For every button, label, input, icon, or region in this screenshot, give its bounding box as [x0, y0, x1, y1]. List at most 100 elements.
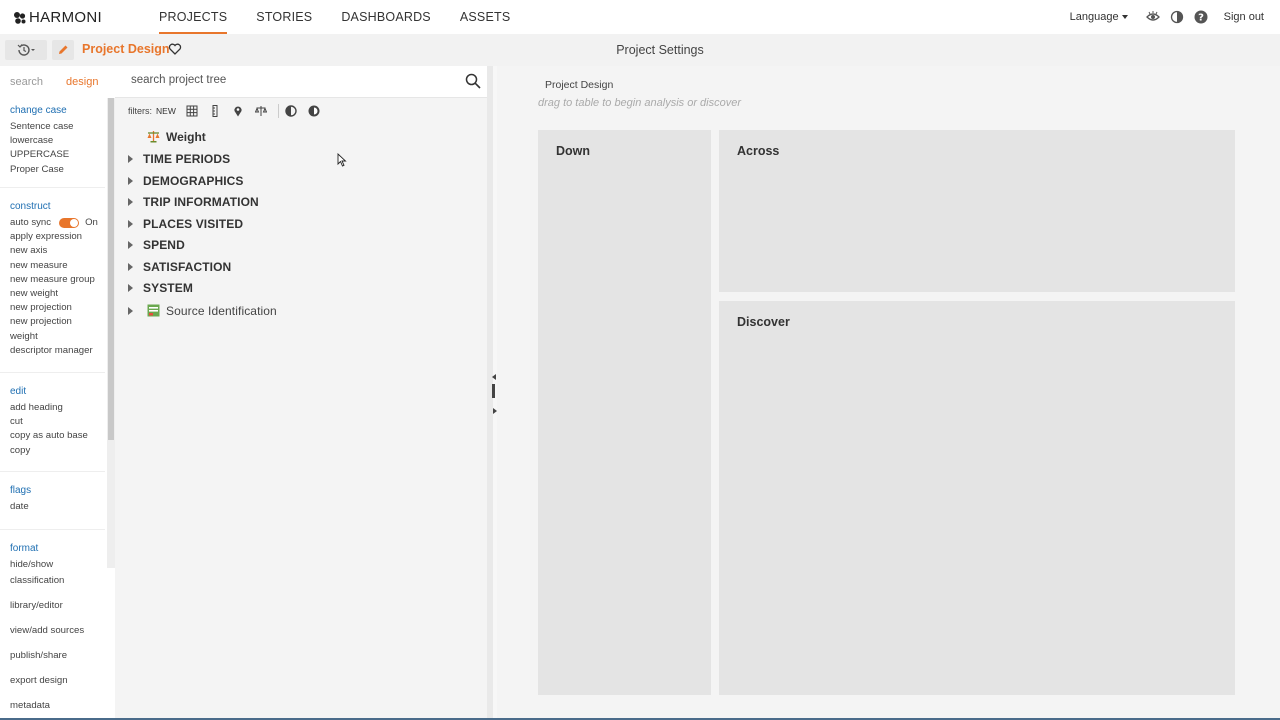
weight-scale-icon: [147, 131, 160, 143]
filter-bar: filters: NEW: [128, 103, 331, 119]
drop-zone-label: Down: [556, 144, 591, 158]
table-icon: [147, 304, 160, 317]
collapse-left-icon[interactable]: [492, 374, 496, 380]
filter-new[interactable]: NEW: [156, 106, 176, 116]
caret-right-icon[interactable]: [128, 284, 133, 292]
menu-item-new-measure-group[interactable]: new measure group: [10, 273, 105, 287]
tab-design[interactable]: design: [66, 76, 98, 88]
menu-item-hide-show[interactable]: hide/show: [10, 558, 105, 568]
menu-item-lowercase[interactable]: lowercase: [10, 134, 105, 148]
language-dropdown[interactable]: Language: [1070, 11, 1128, 23]
drop-zone-down[interactable]: Down: [538, 130, 711, 695]
signout-link[interactable]: Sign out: [1224, 11, 1264, 23]
resize-grip-icon[interactable]: [492, 384, 495, 398]
caret-right-icon[interactable]: [128, 307, 133, 315]
subheader-bar: Project Design Project Settings: [0, 34, 1280, 66]
nav-dashboards[interactable]: DASHBOARDS: [341, 0, 431, 34]
sidebar-scrollbar-thumb[interactable]: [108, 98, 114, 440]
sidebar-tabs: search design: [0, 66, 115, 98]
tree-node-label: SPEND: [143, 238, 185, 252]
menu-item-cut[interactable]: cut: [10, 415, 105, 429]
menu-item-copy-as-auto-base[interactable]: copy as auto base: [10, 429, 105, 443]
canvas-hint: drag to table to begin analysis or disco…: [538, 97, 742, 109]
caret-right-icon[interactable]: [128, 155, 133, 163]
section-format: format hide/show: [0, 530, 105, 568]
nav-assets[interactable]: ASSETS: [460, 0, 511, 34]
chevron-down-icon: [1121, 15, 1128, 20]
drop-zone-label: Discover: [737, 315, 790, 329]
filled-circle-icon[interactable]: [308, 105, 320, 117]
brand-logo[interactable]: HARMONI: [13, 9, 102, 26]
menu-item-new-projection[interactable]: new projection: [10, 301, 105, 315]
grid-icon[interactable]: [186, 105, 198, 117]
tree-node-label: SYSTEM: [143, 281, 193, 295]
menu-item-new-axis[interactable]: new axis: [10, 244, 105, 258]
ruler-icon[interactable]: [209, 105, 221, 117]
sidebar-bottom-links: classification library/editor view/add s…: [0, 568, 115, 718]
svg-text:?: ?: [1198, 13, 1204, 24]
menu-item-sentence-case[interactable]: Sentence case: [10, 120, 105, 134]
sidebar-menu: change case Sentence case lowercase UPPE…: [0, 98, 107, 568]
filters-label: filters:: [128, 106, 153, 116]
link-view-add-sources[interactable]: view/add sources: [0, 618, 115, 643]
link-library-editor[interactable]: library/editor: [0, 593, 115, 618]
menu-item-proper-case[interactable]: Proper Case: [10, 163, 105, 177]
auto-sync-label: auto sync: [10, 217, 52, 228]
menu-item-apply-expression[interactable]: apply expression: [10, 230, 105, 244]
drop-zone-label: Across: [737, 144, 780, 158]
menu-item-uppercase[interactable]: UPPERCASE: [10, 148, 105, 162]
drop-zone-across[interactable]: Across: [719, 130, 1235, 292]
map-pin-icon[interactable]: [232, 105, 244, 117]
page-title: Project Settings: [616, 43, 704, 57]
menu-item-date[interactable]: date: [10, 500, 105, 514]
top-navigation: HARMONI PROJECTS STORIES DASHBOARDS ASSE…: [0, 0, 1280, 34]
caret-right-icon[interactable]: [128, 198, 133, 206]
auto-sync-row: auto sync On: [10, 216, 105, 230]
half-circle-icon[interactable]: [285, 105, 297, 117]
nav-projects[interactable]: PROJECTS: [159, 0, 228, 34]
main-nav: PROJECTS STORIES DASHBOARDS ASSETS: [159, 0, 539, 34]
tab-search[interactable]: search: [10, 76, 43, 88]
caret-right-icon[interactable]: [128, 177, 133, 185]
link-export-design[interactable]: export design: [0, 668, 115, 693]
drop-zone-discover[interactable]: Discover: [719, 301, 1235, 695]
section-heading: construct: [10, 201, 51, 212]
scale-icon[interactable]: [254, 105, 267, 117]
menu-item-new-measure[interactable]: new measure: [10, 259, 105, 273]
eye-icon[interactable]: [1145, 10, 1160, 24]
tree-search-bar: [115, 66, 487, 98]
search-input[interactable]: [131, 74, 451, 86]
menu-item-new-projection-weight[interactable]: new projection weight: [10, 315, 90, 343]
language-label: Language: [1069, 11, 1119, 23]
canvas-title: Project Design: [545, 79, 614, 91]
nav-stories[interactable]: STORIES: [256, 0, 312, 34]
help-icon[interactable]: ?: [1194, 10, 1208, 24]
link-metadata[interactable]: metadata: [0, 693, 115, 718]
link-publish-share[interactable]: publish/share: [0, 643, 115, 668]
section-heading: change case: [10, 105, 67, 116]
design-canvas: Project Design drag to table to begin an…: [497, 66, 1280, 720]
section-heading: edit: [10, 386, 27, 397]
tree-node-label: SATISFACTION: [143, 260, 232, 274]
menu-item-copy[interactable]: copy: [10, 444, 105, 458]
filter-divider: [277, 104, 279, 118]
section-flags: flags date: [0, 472, 105, 530]
menu-item-new-weight[interactable]: new weight: [10, 287, 105, 301]
search-icon[interactable]: [465, 73, 481, 89]
link-classification[interactable]: classification: [0, 568, 115, 593]
top-right-controls: Language ? Sign out: [1070, 0, 1264, 34]
tree-node-label: DEMOGRAPHICS: [143, 174, 244, 188]
design-sidebar: search design change case Sentence case …: [0, 66, 115, 720]
project-tree-panel: filters: NEW: [115, 66, 487, 720]
contrast-icon[interactable]: [1170, 10, 1184, 24]
menu-item-descriptor-manager[interactable]: descriptor manager: [10, 344, 105, 358]
section-change-case: change case Sentence case lowercase UPPE…: [0, 98, 105, 188]
harmoni-logo-icon: [14, 11, 26, 24]
caret-right-icon[interactable]: [128, 263, 133, 271]
auto-sync-value: On: [85, 217, 98, 228]
menu-item-add-heading[interactable]: add heading: [10, 401, 105, 415]
tree-node-label: TIME PERIODS: [143, 152, 231, 166]
caret-right-icon[interactable]: [128, 241, 133, 249]
caret-right-icon[interactable]: [128, 220, 133, 228]
auto-sync-toggle[interactable]: [59, 218, 80, 229]
